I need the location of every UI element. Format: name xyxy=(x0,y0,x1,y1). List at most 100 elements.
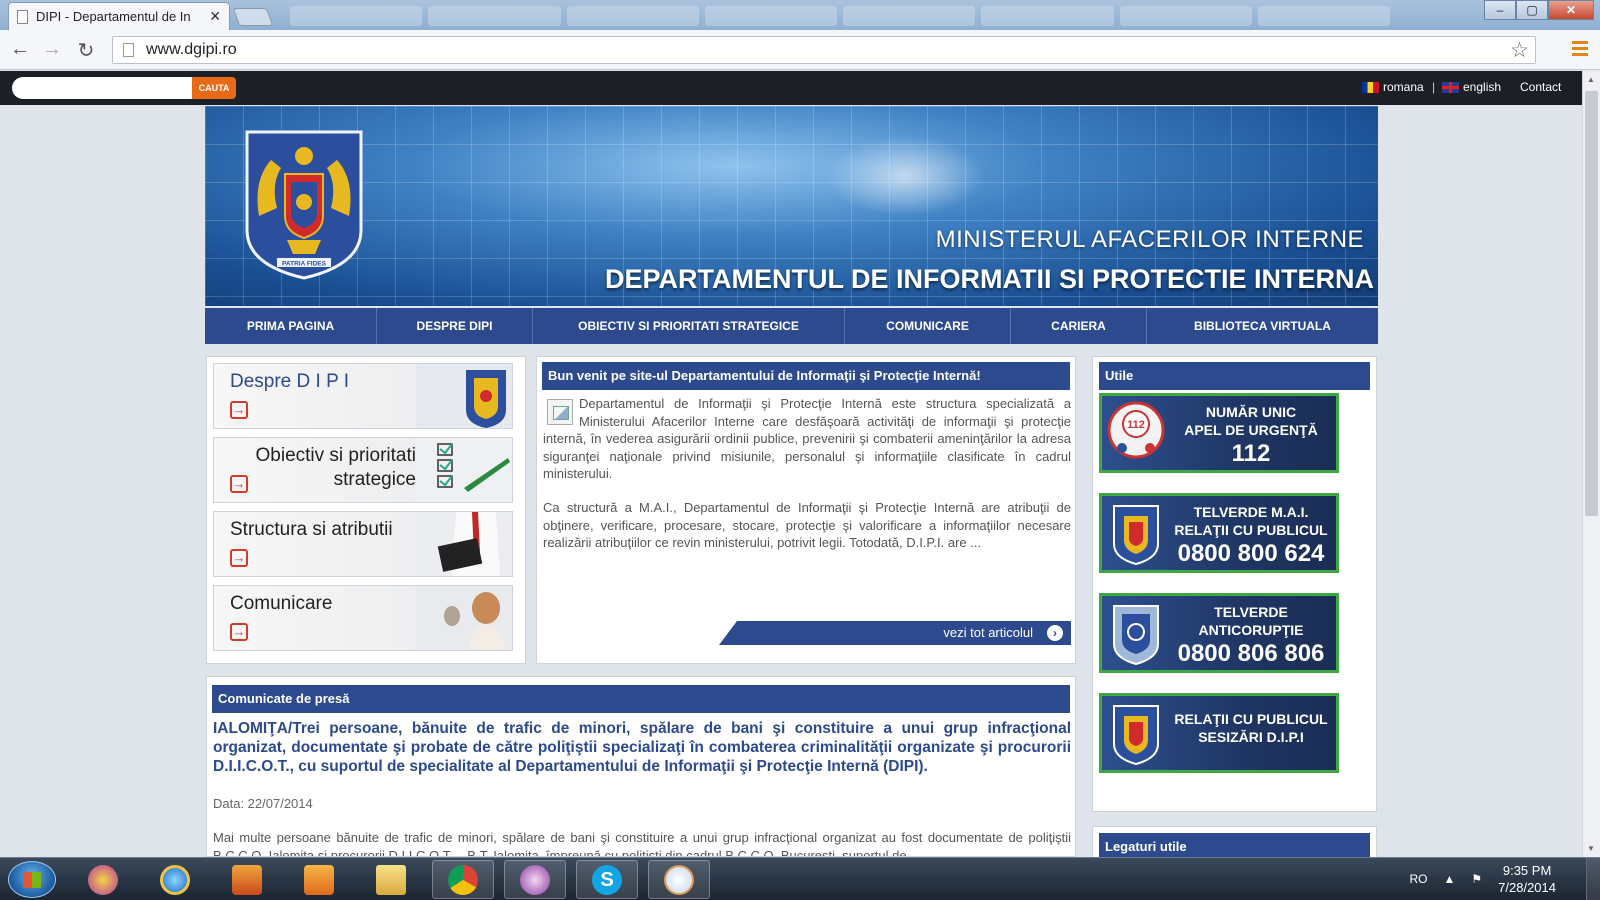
banner-glow xyxy=(825,136,985,216)
window-controls: – ▢ ✕ xyxy=(1484,0,1594,20)
read-more-button[interactable]: vezi tot articolul › xyxy=(719,621,1071,645)
nav-prima-pagina[interactable]: PRIMA PAGINA xyxy=(205,308,377,344)
search-input[interactable] xyxy=(12,77,194,99)
address-bar[interactable]: www.dgipi.ro ☆ xyxy=(112,36,1536,64)
arrow-right-icon: → xyxy=(230,549,248,567)
press-excerpt: Mai multe persoane bănuite de trafic de … xyxy=(213,830,1071,857)
clock[interactable]: 9:35 PM 7/28/2014 xyxy=(1498,862,1556,896)
banner-department-title: DEPARTAMENTUL DE INFORMATII SI PROTECTIE… xyxy=(605,264,1374,294)
tile-obiectiv[interactable]: Obiectiv si prioritati strategice → xyxy=(213,437,513,503)
lang-romana[interactable]: romana xyxy=(1362,80,1424,94)
skype-taskbar-icon[interactable]: S xyxy=(576,860,638,899)
util-number: 0800 800 624 xyxy=(1177,540,1325,567)
forward-icon[interactable]: → xyxy=(40,38,64,61)
clock-time: 9:35 PM xyxy=(1502,863,1552,878)
background-tab[interactable] xyxy=(1119,6,1252,26)
util-title: NUMĂR UNIC APEL DE URGENŢĂ xyxy=(1184,404,1318,438)
banner-ministry-title: MINISTERUL AFACERILOR INTERNE xyxy=(935,226,1364,253)
crest-image xyxy=(416,364,512,428)
checklist-image xyxy=(416,438,512,502)
contact-link[interactable]: Contact xyxy=(1520,80,1561,94)
internet-explorer-taskbar-icon[interactable] xyxy=(144,860,206,899)
tile-structura[interactable]: Structura si atributii → xyxy=(213,511,513,577)
press-date: Data: 22/07/2014 xyxy=(213,796,313,811)
tile-despre-dipi[interactable]: Despre D I P I → xyxy=(213,363,513,429)
browser-menu-icon[interactable] xyxy=(1572,41,1588,59)
search-button[interactable]: CAUTA xyxy=(192,77,236,99)
bookmark-star-icon[interactable]: ☆ xyxy=(1510,38,1529,63)
new-tab-button[interactable] xyxy=(232,8,274,26)
page-icon xyxy=(17,9,28,24)
media-player-taskbar-icon[interactable] xyxy=(288,860,350,899)
input-language[interactable]: RO xyxy=(1410,872,1428,886)
lang-english[interactable]: english xyxy=(1442,80,1501,94)
tile-label: Structura si atributii xyxy=(230,519,393,540)
welcome-heading: Bun venit pe site-ul Departamentului de … xyxy=(542,362,1070,390)
tile-comunicare[interactable]: Comunicare → xyxy=(213,585,513,651)
messenger-open-taskbar-icon[interactable] xyxy=(504,860,566,899)
installer-taskbar-icon[interactable] xyxy=(216,860,278,899)
minimize-icon[interactable]: – xyxy=(1484,0,1516,20)
press-heading: Comunicate de presă xyxy=(212,685,1070,713)
paint-taskbar-icon[interactable] xyxy=(648,860,710,899)
show-desktop-button[interactable] xyxy=(1586,858,1600,900)
coat-of-arms-logo[interactable]: PATRIA FIDES xyxy=(241,120,367,280)
background-tabs xyxy=(290,6,1390,26)
nav-comunicare[interactable]: COMUNICARE xyxy=(845,308,1011,344)
svg-text:112: 112 xyxy=(1127,419,1145,431)
scrollbar-thumb[interactable] xyxy=(1585,91,1598,516)
util-title: TELVERDE ANTICORUPŢIE xyxy=(1198,604,1304,638)
background-tab[interactable] xyxy=(704,6,837,26)
press-releases-panel: Comunicate de presă IALOMIŢA/Trei persoa… xyxy=(206,676,1076,857)
url-text: www.dgipi.ro xyxy=(146,41,237,58)
relatii-publicul-banner[interactable]: RELAŢII CU PUBLICUL SESIZĂRI D.I.P.I xyxy=(1099,693,1339,773)
emergency-112-banner[interactable]: 112 NUMĂR UNIC APEL DE URGENŢĂ 112 xyxy=(1099,393,1339,473)
telverde-mai-banner[interactable]: TELVERDE M.A.I. RELAŢII CU PUBLICUL 0800… xyxy=(1099,493,1339,573)
windows-taskbar: S RO ▲ ⚑ 9:35 PM 7/28/2014 xyxy=(0,857,1600,900)
coat-of-arms-icon xyxy=(1113,505,1159,566)
close-window-icon[interactable]: ✕ xyxy=(1548,0,1594,20)
main-navigation: PRIMA PAGINA DESPRE DIPI OBIECTIV SI PRI… xyxy=(205,308,1378,344)
start-button[interactable] xyxy=(8,861,56,898)
util-title: RELAŢII CU PUBLICUL SESIZĂRI D.I.P.I xyxy=(1174,711,1328,745)
browser-tab-strip: DIPI - Departamentul de In ✕ – ▢ ✕ xyxy=(0,0,1600,30)
tab-title: DIPI - Departamentul de In xyxy=(36,9,191,24)
maximize-icon[interactable]: ▢ xyxy=(1516,0,1548,20)
browser-tab-active[interactable]: DIPI - Departamentul de In ✕ xyxy=(8,2,230,30)
arrow-circle-right-icon: › xyxy=(1047,625,1063,641)
page-scrollbar[interactable]: ▲ ▼ xyxy=(1582,71,1600,857)
background-tab[interactable] xyxy=(428,6,561,26)
anticorruption-shield-icon xyxy=(1113,605,1159,666)
file-explorer-taskbar-icon[interactable] xyxy=(360,860,422,899)
nav-despre-dipi[interactable]: DESPRE DIPI xyxy=(377,308,533,344)
reload-icon[interactable]: ↻ xyxy=(74,38,98,63)
scroll-down-icon[interactable]: ▼ xyxy=(1587,844,1595,853)
close-tab-icon[interactable]: ✕ xyxy=(209,8,221,25)
background-tab[interactable] xyxy=(1257,6,1390,26)
back-icon[interactable]: ← xyxy=(8,38,32,61)
arrow-right-icon: → xyxy=(230,475,248,493)
background-tab[interactable] xyxy=(843,6,976,26)
press-headline-link[interactable]: IALOMIŢA/Trei persoane, bănuite de trafi… xyxy=(213,719,1071,776)
messenger-taskbar-icon[interactable] xyxy=(72,860,134,899)
background-tab[interactable] xyxy=(566,6,699,26)
nav-obiectiv[interactable]: OBIECTIV SI PRIORITATI STRATEGICE xyxy=(533,308,845,344)
util-number: 0800 806 806 xyxy=(1177,640,1325,667)
welcome-panel: Bun venit pe site-ul Departamentului de … xyxy=(536,356,1076,664)
scroll-up-icon[interactable]: ▲ xyxy=(1587,75,1595,84)
browser-toolbar: ← → ↻ www.dgipi.ro ☆ xyxy=(0,30,1600,70)
nav-cariera[interactable]: CARIERA xyxy=(1011,308,1147,344)
util-title: TELVERDE M.A.I. RELAŢII CU PUBLICUL xyxy=(1174,504,1328,538)
action-center-flag-icon[interactable]: ⚑ xyxy=(1471,872,1482,886)
background-tab[interactable] xyxy=(290,6,423,26)
tray-expand-icon[interactable]: ▲ xyxy=(1444,872,1456,886)
businessman-image xyxy=(416,512,512,576)
tile-label: Despre D I P I xyxy=(230,371,349,392)
tile-label: Comunicare xyxy=(230,593,333,614)
background-tab[interactable] xyxy=(981,6,1114,26)
uk-flag-icon xyxy=(1442,81,1459,93)
nav-biblioteca-virtuala[interactable]: BIBLIOTECA VIRTUALA xyxy=(1147,308,1378,344)
telverde-anticoruptie-banner[interactable]: TELVERDE ANTICORUPŢIE 0800 806 806 xyxy=(1099,593,1339,673)
chrome-taskbar-icon[interactable] xyxy=(432,860,494,899)
coat-of-arms-icon xyxy=(1113,705,1159,766)
